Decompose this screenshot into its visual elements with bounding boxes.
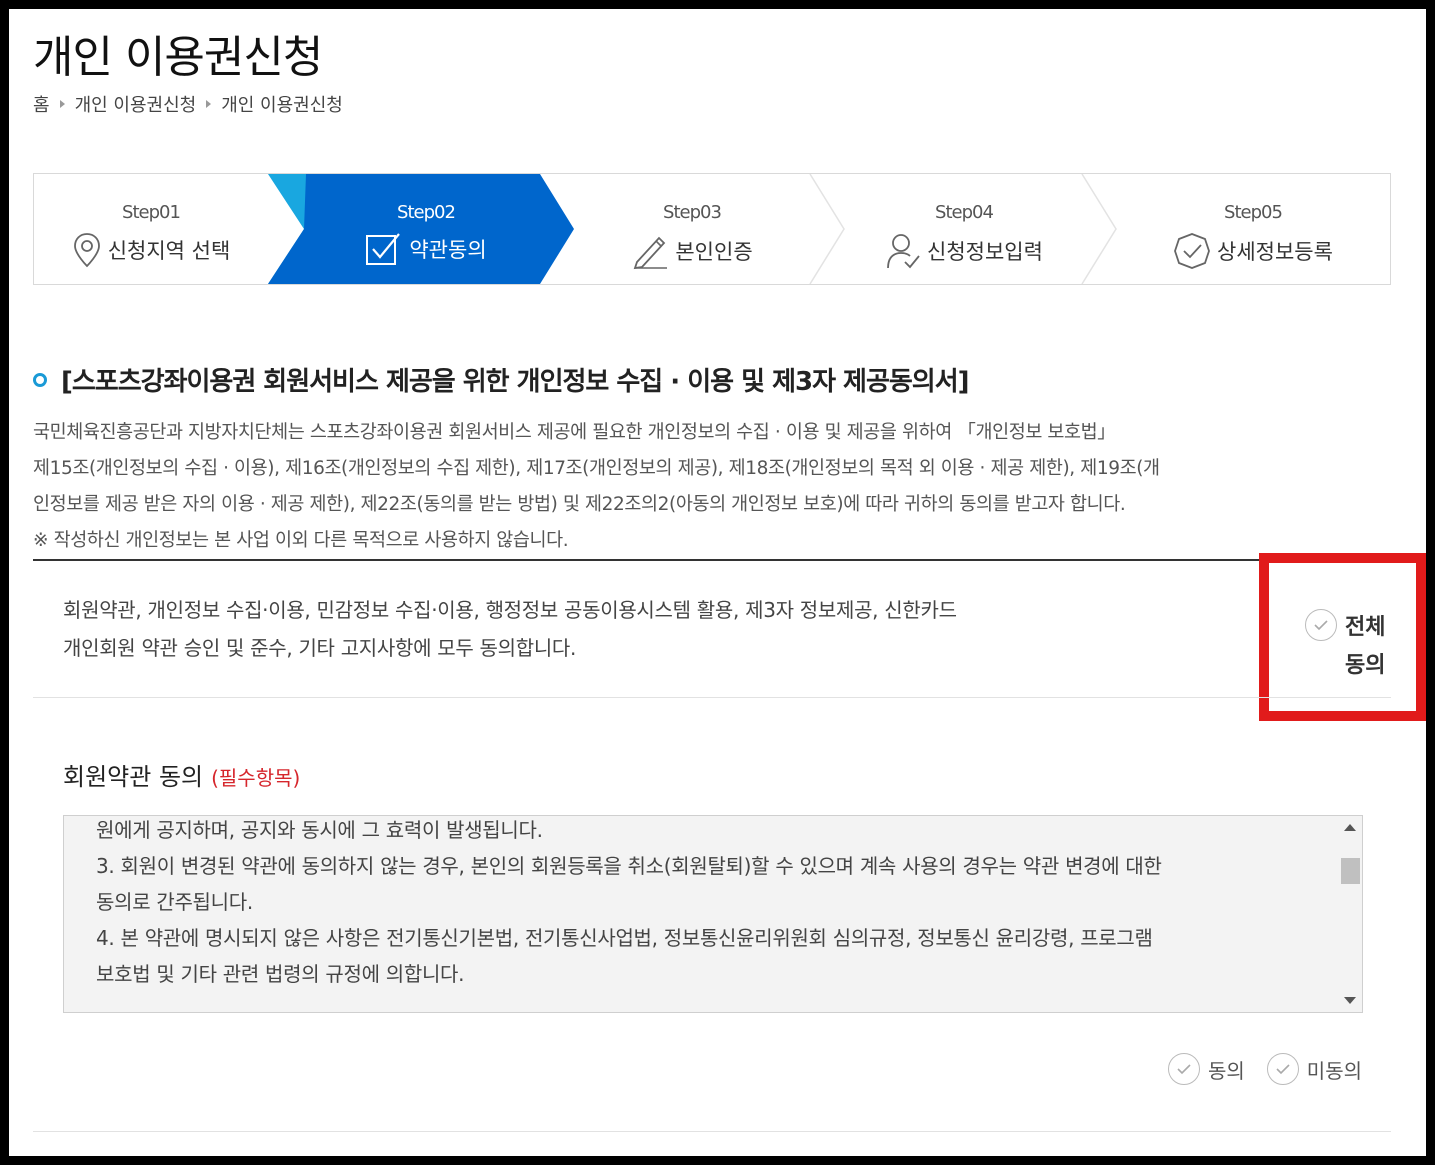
step-3-number: Step03	[663, 202, 722, 223]
bullet-circle-icon	[33, 372, 47, 387]
step-4-number: Step04	[935, 202, 994, 223]
checkbox-icon	[366, 233, 401, 265]
step-5-label: 상세정보등록	[1217, 240, 1333, 264]
section-title: [스포츠강좌이용권 회원서비스 제공을 위한 개인정보 수집 · 이용 및 제3…	[61, 367, 970, 397]
terms-line: 3. 회원이 변경된 약관에 동의하지 않는 경우, 본인의 회원등록을 취소(…	[96, 854, 1162, 878]
divider	[33, 559, 1391, 561]
breadcrumb: 홈 개인 이용권신청 개인 이용권신청	[33, 91, 343, 117]
step-1-number: Step01	[122, 202, 181, 223]
breadcrumb-home[interactable]: 홈	[33, 91, 50, 117]
disagree-label: 미동의	[1306, 1058, 1362, 1083]
terms-line: 원에게 공지하며, 공지와 동시에 그 효력이 발생됩니다.	[96, 818, 543, 842]
highlight-box	[1259, 553, 1426, 721]
step-2: Step02 약관동의	[306, 174, 546, 284]
terms-agree-options: 동의 미동의	[1146, 1053, 1362, 1085]
disagree-radio[interactable]: 미동의	[1266, 1053, 1362, 1085]
terms-line: 4. 본 약관에 명시되지 않은 사항은 전기통신기본법, 전기통신사업법, 정…	[96, 926, 1153, 950]
agree-all-line: 개인회원 약관 승인 및 준수, 기타 고지사항에 모두 동의합니다.	[63, 636, 577, 660]
intro-line: 인정보를 제공 받은 자의 이용 · 제공 제한), 제22조(동의를 받는 방…	[33, 494, 1126, 515]
breadcrumb-item-1[interactable]: 개인 이용권신청	[75, 91, 197, 117]
location-pin-icon	[73, 233, 100, 268]
agree-all-description: 회원약관, 개인정보 수집·이용, 민감정보 수집·이용, 행정정보 공동이용시…	[63, 591, 957, 667]
divider	[33, 697, 1391, 698]
step-1: Step01 신청지역 선택	[34, 174, 268, 284]
step-indicator: Step01 신청지역 선택 Step02 약관동의 Step03 본인인증 S…	[33, 173, 1391, 285]
section-heading: [스포츠강좌이용권 회원서비스 제공을 위한 개인정보 수집 · 이용 및 제3…	[33, 361, 970, 398]
agree-all-line: 회원약관, 개인정보 수집·이용, 민감정보 수집·이용, 행정정보 공동이용시…	[63, 598, 957, 622]
terms-line: 동의로 간주됩니다.	[96, 890, 253, 914]
step-4: Step04 신청정보입력	[844, 174, 1084, 284]
check-badge-icon	[1174, 233, 1210, 269]
breadcrumb-separator-icon	[59, 100, 65, 108]
terms-text: 원에게 공지하며, 공지와 동시에 그 효력이 발생됩니다. 3. 회원이 변경…	[96, 816, 1332, 992]
step-1-label: 신청지역 선택	[107, 239, 231, 263]
scroll-thumb[interactable]	[1341, 858, 1360, 884]
terms-scroll-box[interactable]: 원에게 공지하며, 공지와 동시에 그 효력이 발생됩니다. 3. 회원이 변경…	[63, 815, 1363, 1013]
check-circle-icon	[1167, 1053, 1200, 1085]
divider	[33, 1131, 1391, 1132]
check-circle-icon	[1266, 1053, 1299, 1085]
terms-title: 회원약관 동의	[63, 763, 204, 791]
scroll-up-icon[interactable]	[1344, 824, 1356, 831]
breadcrumb-current: 개인 이용권신청	[221, 95, 343, 116]
scroll-down-icon[interactable]	[1344, 997, 1356, 1004]
step-5-number: Step05	[1224, 202, 1283, 223]
section-intro: 국민체육진흥공단과 지방자치단체는 스포츠강좌이용권 회원서비스 제공에 필요한…	[33, 415, 1403, 559]
terms-line: 보호법 및 기타 관련 법령의 규정에 의합니다.	[96, 962, 465, 986]
intro-line: 제15조(개인정보의 수집 · 이용), 제16조(개인정보의 수집 제한), …	[33, 458, 1160, 479]
step-5: Step05 상세정보등록	[1116, 174, 1390, 284]
page-frame: 개인 이용권신청 홈 개인 이용권신청 개인 이용권신청 Step01 신청지역…	[9, 9, 1426, 1156]
step-2-label: 약관동의	[409, 238, 487, 262]
step-4-label: 신청정보입력	[927, 240, 1043, 264]
scrollbar[interactable]	[1338, 816, 1362, 1012]
intro-line: 국민체육진흥공단과 지방자치단체는 스포츠강좌이용권 회원서비스 제공에 필요한…	[33, 422, 1116, 443]
page-title: 개인 이용권신청	[33, 32, 323, 83]
pencil-icon	[634, 236, 668, 270]
page-content: 개인 이용권신청 홈 개인 이용권신청 개인 이용권신청 Step01 신청지역…	[9, 9, 1426, 1156]
step-2-number: Step02	[397, 202, 456, 223]
agree-label: 동의	[1207, 1058, 1245, 1083]
agree-radio[interactable]: 동의	[1167, 1053, 1245, 1085]
breadcrumb-separator-icon	[206, 100, 212, 108]
user-check-icon	[887, 234, 920, 269]
intro-line: ※ 작성하신 개인정보는 본 사업 이외 다른 목적으로 사용하지 않습니다.	[33, 530, 569, 551]
terms-heading: 회원약관 동의 (필수항목)	[63, 757, 300, 792]
step-3: Step03 본인인증	[574, 174, 810, 284]
required-badge: (필수항목)	[211, 766, 301, 790]
step-3-label: 본인인증	[675, 240, 753, 264]
